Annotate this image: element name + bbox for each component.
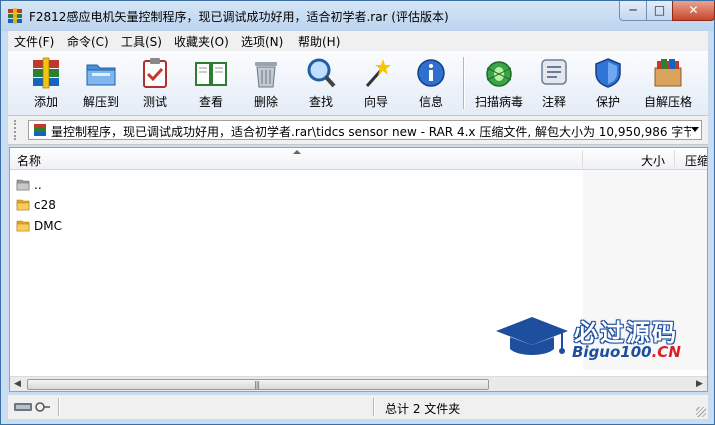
test-label: 测试: [142, 95, 167, 109]
view-book-icon: [195, 62, 227, 86]
folder-icon: [16, 199, 30, 211]
graduation-cap-icon: [496, 317, 568, 355]
archive-icon: [34, 124, 46, 136]
watermark-site-suffix: .CN: [651, 343, 681, 361]
menu-bar: 文件(F) 命令(C) 工具(S) 收藏夹(O) 选项(N) 帮助(H): [8, 31, 708, 51]
comment-icon: [541, 59, 567, 85]
status-divider: [373, 398, 375, 416]
info-button[interactable]: 信息: [405, 53, 457, 113]
wizard-button[interactable]: 向导: [350, 53, 402, 113]
sfx-label: 自解压格: [643, 95, 692, 109]
find-label: 查找: [308, 95, 333, 109]
column-name[interactable]: 名称: [17, 152, 41, 169]
delete-button[interactable]: 删除: [240, 53, 292, 113]
folder-icon: [16, 220, 30, 232]
column-divider[interactable]: [582, 150, 583, 167]
virus-scan-button[interactable]: 扫描病毒: [471, 53, 527, 113]
menu-help[interactable]: 帮助(H): [298, 33, 340, 50]
menu-favorites[interactable]: 收藏夹(O): [174, 33, 229, 50]
sfx-box-icon: [654, 59, 682, 87]
main-window: F2812感应电机矢量控制程序，现已调试成功好用，适合初学者.rar (评估版本…: [0, 0, 715, 425]
protect-button[interactable]: 保护: [582, 53, 634, 113]
list-item-c28[interactable]: c28: [14, 195, 574, 215]
sfx-button[interactable]: 自解压格: [638, 53, 698, 113]
column-size[interactable]: 大小: [641, 152, 665, 169]
wizard-label: 向导: [363, 95, 388, 109]
info-icon: [417, 59, 445, 87]
view-label: 查看: [198, 95, 223, 109]
delete-label: 删除: [253, 95, 278, 109]
winrar-app-icon: [8, 8, 22, 24]
test-button[interactable]: 测试: [129, 53, 181, 113]
list-item-name: c28: [34, 198, 56, 212]
window-title: F2812感应电机矢量控制程序，现已调试成功好用，适合初学者.rar (评估版本…: [29, 10, 449, 24]
list-item-name: DMC: [34, 219, 62, 233]
close-button[interactable]: ✕: [672, 1, 715, 21]
parent-folder-icon: [16, 179, 30, 191]
horizontal-scrollbar[interactable]: ◀ ||| ▶: [10, 376, 707, 391]
status-divider: [58, 398, 60, 416]
scrollbar-thumb[interactable]: |||: [27, 379, 489, 390]
menu-file[interactable]: 文件(F): [14, 33, 54, 50]
add-label: 添加: [33, 95, 58, 109]
title-bar[interactable]: F2812感应电机矢量控制程序，现已调试成功好用，适合初学者.rar (评估版本…: [1, 1, 715, 31]
add-button[interactable]: 添加: [20, 53, 72, 113]
minimize-button[interactable]: ─: [619, 1, 647, 21]
sort-ascending-icon: [293, 150, 301, 154]
toolbar-separator: [463, 57, 465, 109]
test-clipboard-icon: [143, 58, 167, 88]
extract-folder-icon: [86, 64, 116, 86]
status-summary: 总计 2 文件夹: [385, 402, 461, 416]
column-packed[interactable]: 压缩: [685, 152, 707, 169]
address-path-field[interactable]: 量控制程序，现已调试成功好用，适合初学者.rar\tidcs sensor ne…: [28, 120, 702, 140]
drive-key-icon[interactable]: [12, 398, 52, 416]
virus-scan-label: 扫描病毒: [474, 95, 523, 109]
comment-label: 注释: [541, 95, 566, 109]
address-grip: [14, 120, 26, 140]
scroll-right-icon[interactable]: ▶: [692, 377, 707, 391]
address-path-text: 量控制程序，现已调试成功好用，适合初学者.rar\tidcs sensor ne…: [51, 125, 691, 139]
scroll-left-icon[interactable]: ◀: [10, 377, 25, 391]
shield-icon: [595, 58, 621, 88]
menu-commands[interactable]: 命令(C): [67, 33, 109, 50]
menu-options[interactable]: 选项(N): [241, 33, 283, 50]
magnifier-icon: [307, 58, 336, 88]
comment-button[interactable]: 注释: [528, 53, 580, 113]
info-label: 信息: [418, 95, 443, 109]
wizard-wand-icon: [365, 59, 391, 87]
scrollbar-grip-icon: |||: [254, 380, 260, 389]
file-list-header: 名称 大小 压缩: [10, 148, 707, 170]
extract-to-button[interactable]: 解压到: [75, 53, 127, 113]
list-item-name: ..: [34, 178, 42, 192]
watermark-site-main: Biguo100: [572, 343, 652, 361]
watermark-site: Biguo100.CN: [572, 343, 681, 361]
list-item-dmc[interactable]: DMC: [14, 216, 574, 236]
list-item-parent[interactable]: ..: [14, 175, 574, 195]
virus-scan-icon: [486, 61, 512, 87]
view-button[interactable]: 查看: [185, 53, 237, 113]
status-bar: 总计 2 文件夹: [8, 395, 708, 419]
column-divider[interactable]: [674, 150, 675, 167]
watermark-logo: 必过源码 Biguo100.CN: [494, 311, 694, 369]
add-archive-icon: [33, 57, 59, 89]
resize-grip-icon[interactable]: [696, 407, 706, 417]
address-bar: 量控制程序，现已调试成功好用，适合初学者.rar\tidcs sensor ne…: [8, 116, 708, 145]
protect-label: 保护: [595, 95, 620, 109]
address-dropdown-icon[interactable]: [691, 127, 699, 132]
maximize-button[interactable]: □: [646, 1, 673, 21]
trash-icon: [255, 62, 277, 88]
extract-to-label: 解压到: [82, 95, 119, 109]
menu-tools[interactable]: 工具(S): [121, 33, 162, 50]
find-button[interactable]: 查找: [295, 53, 347, 113]
toolbar: 添加 解压到 测试 查看 删除 查找 向导 信息 扫描病毒 注释 保护 自解压格: [8, 51, 708, 116]
